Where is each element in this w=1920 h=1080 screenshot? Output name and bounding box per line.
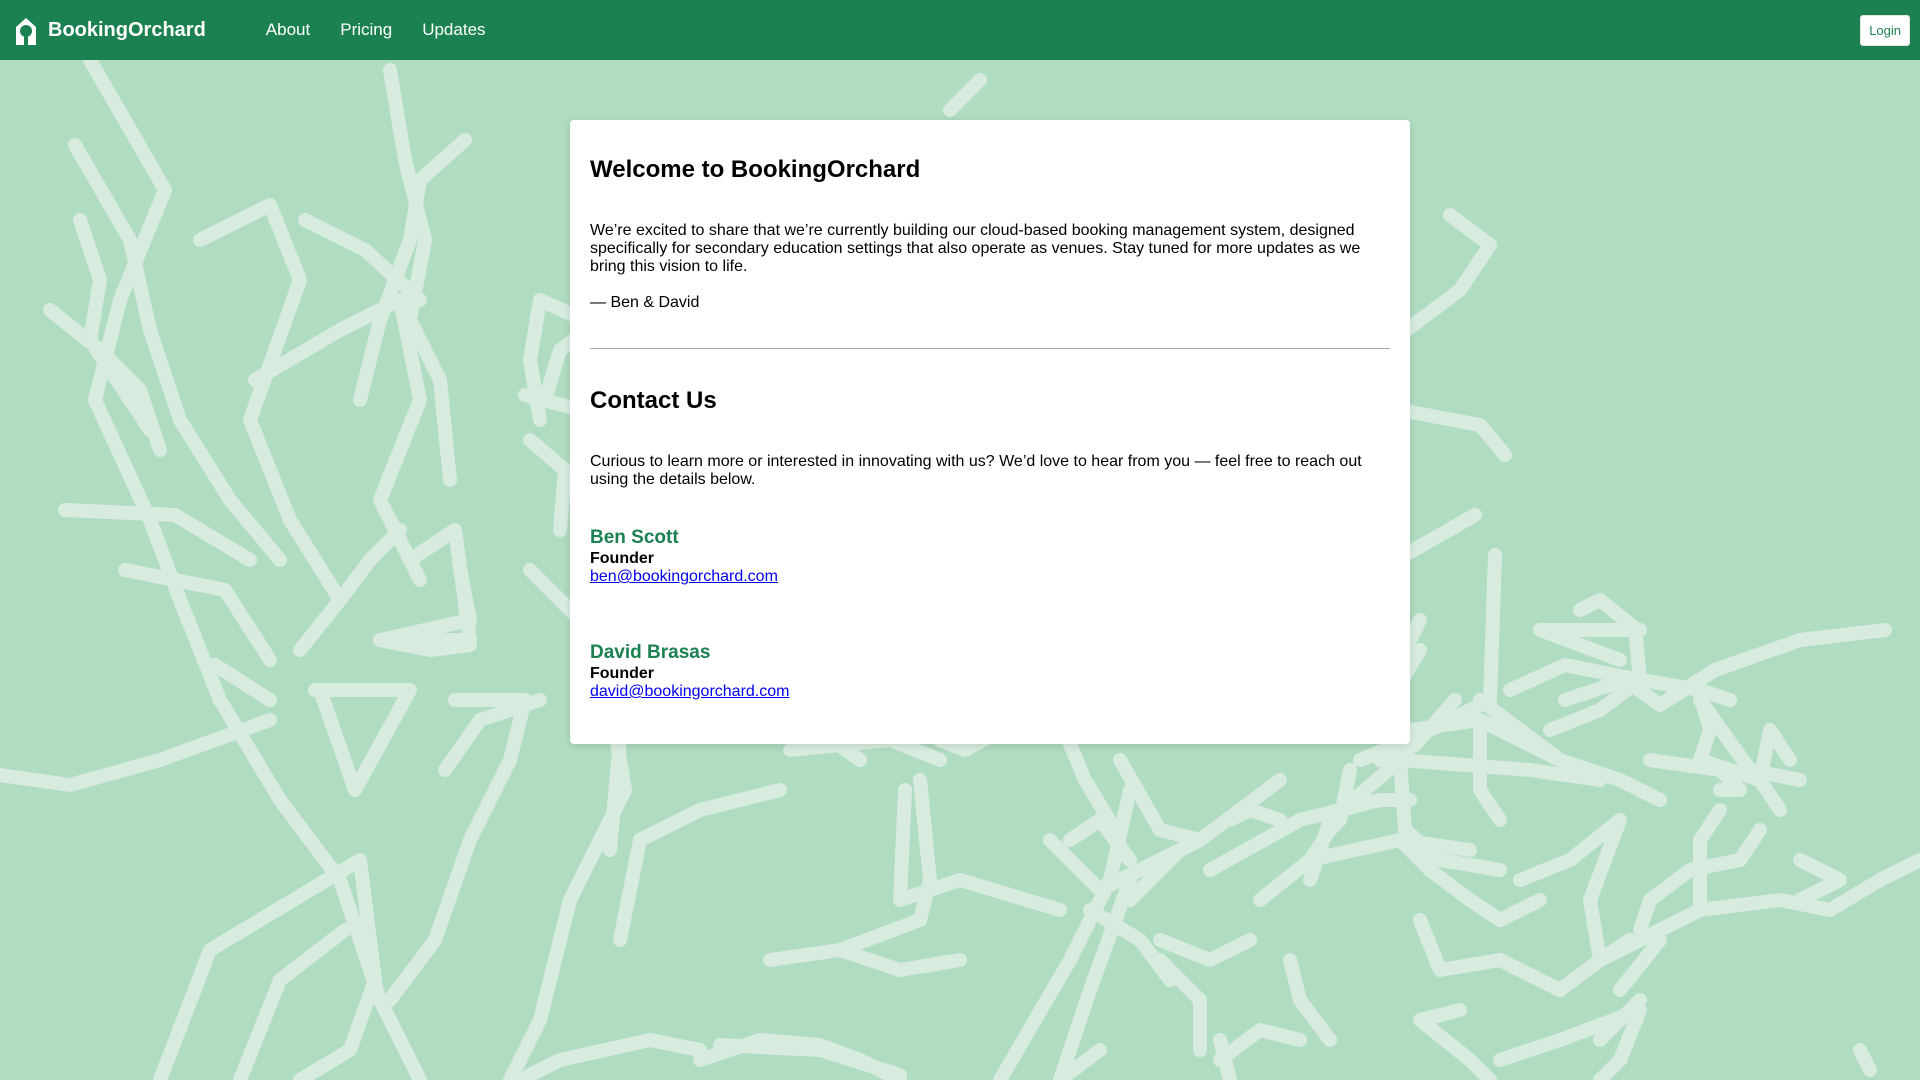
- nav-link-updates[interactable]: Updates: [422, 20, 485, 40]
- person-email-link[interactable]: david@bookingorchard.com: [590, 683, 789, 701]
- section-divider: [590, 348, 1390, 349]
- welcome-body: We’re excited to share that we’re curren…: [590, 222, 1361, 275]
- welcome-title: Welcome to BookingOrchard: [590, 156, 921, 183]
- contact-title: Contact Us: [590, 387, 717, 414]
- nav-link-about[interactable]: About: [266, 20, 310, 40]
- brand-link[interactable]: BookingOrchard: [14, 15, 206, 45]
- contact-person-david: David Brasas Founder david@bookingorchar…: [590, 642, 1390, 701]
- person-email-link[interactable]: ben@bookingorchard.com: [590, 568, 778, 586]
- contact-person-ben: Ben Scott Founder ben@bookingorchard.com: [590, 527, 1390, 586]
- brand-name: BookingOrchard: [48, 18, 206, 41]
- login-button[interactable]: Login: [1860, 15, 1910, 46]
- welcome-signature: — Ben & David: [590, 294, 700, 311]
- person-name: David Brasas: [590, 642, 711, 663]
- person-name: Ben Scott: [590, 527, 679, 548]
- contact-intro: Curious to learn more or interested in i…: [590, 453, 1362, 488]
- content-card: Welcome to BookingOrchard We’re excited …: [570, 120, 1410, 744]
- tree-logo-icon: [14, 15, 38, 45]
- top-navbar: BookingOrchard About Pricing Updates Log…: [0, 0, 1920, 60]
- person-role: Founder: [590, 665, 654, 682]
- nav-link-pricing[interactable]: Pricing: [340, 20, 392, 40]
- person-role: Founder: [590, 550, 654, 567]
- nav-links: About Pricing Updates: [266, 20, 486, 40]
